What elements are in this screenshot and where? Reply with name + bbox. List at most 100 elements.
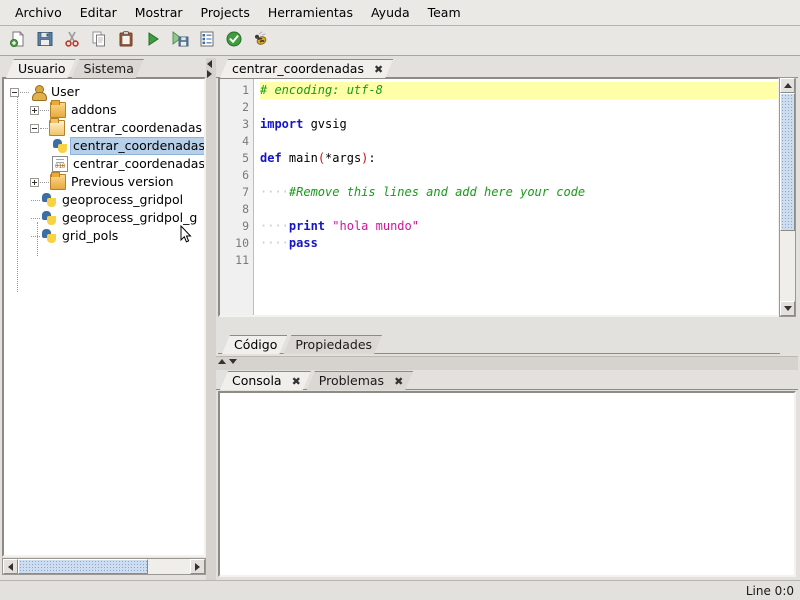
close-icon[interactable]: ✖ (374, 61, 383, 79)
folder-icon (50, 172, 66, 190)
code-token: main (281, 151, 318, 165)
line-number: 9 (242, 219, 249, 233)
tree-item-label: geoprocess_gridpol_g (62, 210, 198, 225)
line-number: 10 (235, 236, 249, 250)
tab-consola[interactable]: Consola ✖ (220, 371, 311, 390)
tab-propiedades[interactable]: Propiedades (283, 335, 382, 354)
close-icon[interactable]: ✖ (394, 373, 403, 391)
expander-plus-icon[interactable] (30, 177, 39, 187)
vertical-splitter[interactable] (206, 58, 216, 580)
tree-connector (31, 235, 40, 237)
scroll-down-button[interactable] (780, 301, 795, 316)
tree-item-label: centrar_coordenadas (73, 156, 205, 171)
run-button[interactable] (140, 28, 165, 53)
tree-item-user[interactable]: User (8, 83, 204, 101)
paste-button[interactable] (113, 28, 138, 53)
tab-consola-label: Consola (232, 373, 282, 388)
check-button[interactable] (221, 28, 246, 53)
collapse-up-icon[interactable] (218, 359, 226, 364)
save-and-run-button[interactable] (167, 28, 192, 53)
scroll-track[interactable] (18, 559, 190, 574)
tree-item-previous-version[interactable]: Previous version (8, 172, 204, 191)
debug-button[interactable] (248, 28, 273, 53)
tree-connector (40, 181, 49, 183)
python-icon (52, 138, 68, 154)
collapse-left-icon[interactable] (207, 60, 212, 68)
code-token: import (260, 117, 304, 131)
tab-codigo[interactable]: Código (222, 335, 287, 354)
code-text-area[interactable]: # encoding: utf-8 import gvsig def main(… (254, 79, 778, 315)
tree-item-centrar-coordenadas-folder[interactable]: centrar_coordenadas (8, 118, 204, 137)
left-panel: Usuario Sistema User addons centrar_coor… (2, 58, 206, 580)
scroll-thumb[interactable] (780, 93, 795, 231)
code-editor[interactable]: 1 2 3 4 5 6 7 8 9 10 11 # encoding: utf-… (218, 77, 780, 317)
console-output[interactable] (218, 391, 796, 577)
scroll-thumb[interactable] (18, 559, 148, 574)
tree-item-centrar-coordenadas-py[interactable]: centrar_coordenadas (8, 137, 204, 155)
tab-sistema[interactable]: Sistema (72, 59, 144, 78)
menu-item-archivo[interactable]: Archivo (6, 2, 71, 23)
menu-item-ayuda[interactable]: Ayuda (362, 2, 419, 23)
code-line: ····pass (260, 235, 778, 252)
code-line: def main(*args): (260, 150, 778, 167)
tree-connector (40, 109, 49, 111)
save-button[interactable] (32, 28, 57, 53)
menu-item-herramientas[interactable]: Herramientas (259, 2, 362, 23)
sidebar-horizontal-scrollbar[interactable] (2, 558, 206, 575)
expander-minus-icon[interactable] (30, 123, 39, 133)
collapse-right-icon[interactable] (207, 70, 212, 78)
tree-item-centrar-coordenadas-inf[interactable]: 010 centrar_coordenadas (8, 155, 204, 173)
paste-icon (117, 30, 135, 51)
collapse-down-icon[interactable] (229, 359, 237, 364)
code-token: ···· (260, 219, 289, 233)
binary-file-icon: 010 (52, 156, 68, 172)
expander-minus-icon[interactable] (10, 87, 19, 97)
project-tree[interactable]: User addons centrar_coordenadas centrar_… (2, 77, 206, 557)
code-line: ····print "hola mundo" (260, 218, 778, 235)
editor-area: centrar_coordenadas ✖ 1 2 3 4 5 6 7 8 9 … (216, 58, 798, 355)
tab-problemas-label: Problemas (318, 373, 385, 388)
scroll-up-button[interactable] (780, 78, 795, 93)
line-number-gutter: 1 2 3 4 5 6 7 8 9 10 11 (220, 79, 254, 315)
horizontal-splitter[interactable] (216, 356, 798, 370)
save-and-run-icon (171, 30, 189, 51)
editor-vertical-scrollbar[interactable] (779, 77, 796, 317)
tab-centrar-coordenadas[interactable]: centrar_coordenadas ✖ (220, 59, 393, 78)
tab-usuario[interactable]: Usuario (6, 59, 76, 78)
line-number: 3 (242, 117, 249, 131)
tree-item-label: User (51, 84, 80, 99)
copy-icon (90, 30, 108, 51)
tree-item-geoprocess-gridpol-g[interactable]: geoprocess_gridpol_g (8, 209, 204, 227)
editor-tabstrip: centrar_coordenadas ✖ (216, 58, 798, 78)
expander-plus-icon[interactable] (30, 105, 39, 115)
menu-item-mostrar[interactable]: Mostrar (126, 2, 192, 23)
properties-button[interactable] (194, 28, 219, 53)
tab-problemas[interactable]: Problemas ✖ (307, 371, 413, 390)
scroll-left-button[interactable] (3, 559, 18, 574)
arrow-right-icon (195, 562, 200, 571)
menu-item-team[interactable]: Team (419, 2, 470, 23)
copy-button[interactable] (86, 28, 111, 53)
save-icon (36, 30, 54, 51)
menu-item-projects[interactable]: Projects (192, 2, 259, 23)
close-icon[interactable]: ✖ (292, 373, 301, 391)
scroll-right-button[interactable] (190, 559, 205, 574)
tree-item-addons[interactable]: addons (8, 100, 204, 119)
python-icon (41, 228, 57, 244)
menu-item-editar[interactable]: Editar (71, 2, 126, 23)
menu-bar: Archivo Editar Mostrar Projects Herramie… (0, 0, 800, 26)
scroll-track[interactable] (780, 93, 795, 301)
new-file-button[interactable] (5, 28, 30, 53)
code-token: ( (317, 151, 326, 165)
tree-item-grid-pols[interactable]: grid_pols (8, 227, 204, 245)
code-line: # encoding: utf-8 (260, 82, 778, 99)
tree-item-geoprocess-gridpol[interactable]: geoprocess_gridpol (8, 191, 204, 209)
cut-button[interactable] (59, 28, 84, 53)
debug-bug-icon (252, 30, 270, 51)
